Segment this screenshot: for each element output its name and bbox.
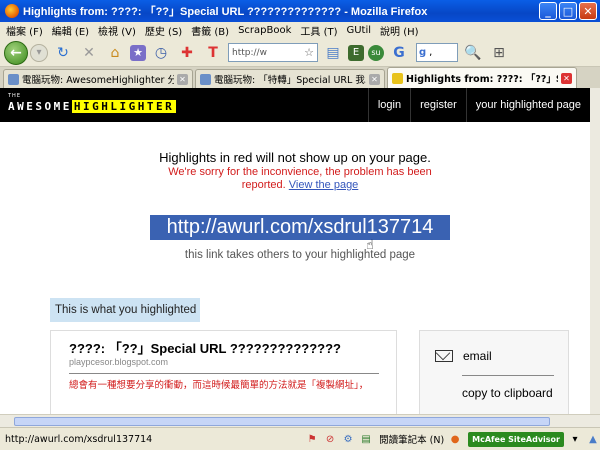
highlight-title: ????: 「??」Special URL ?????????????? bbox=[69, 341, 341, 356]
address-text: http://w bbox=[232, 47, 267, 58]
site-header: THE AWESOME HIGHLIGHTER login register yo… bbox=[0, 88, 590, 122]
minimize-button[interactable]: _ bbox=[539, 2, 557, 20]
menu-bar: 檔案 (F) 編輯 (E) 檢視 (V) 歷史 (S) 書籤 (B) Scrap… bbox=[0, 22, 600, 39]
home-icon[interactable]: ⌂ bbox=[104, 42, 126, 64]
firefox-addon-icon[interactable]: ● bbox=[448, 432, 462, 446]
share-panel: email copy to clipboard bbox=[419, 330, 569, 414]
menu-view[interactable]: 檢視 (V) bbox=[98, 23, 136, 38]
notepad-icon[interactable]: ▤ bbox=[359, 432, 373, 446]
highlight-text: 總會有一種想要分享的衝動，而這時候最簡單的方法就是「複製網址」， bbox=[69, 380, 369, 391]
message-title: Highlights in red will not show up on yo… bbox=[159, 150, 431, 165]
menu-tools[interactable]: 工具 (T) bbox=[300, 23, 337, 38]
dropdown-icon[interactable]: ▾ bbox=[568, 432, 582, 446]
maximize-button[interactable]: □ bbox=[559, 2, 577, 20]
windows-icon[interactable]: ⊞ bbox=[488, 42, 510, 64]
tab-close-icon[interactable]: ✕ bbox=[177, 73, 188, 85]
firefox-icon bbox=[5, 4, 19, 18]
logo-the: THE bbox=[8, 93, 21, 99]
text-tool-icon[interactable]: T bbox=[202, 42, 224, 64]
back-button[interactable]: ← bbox=[4, 40, 28, 65]
evernote-icon[interactable]: E bbox=[348, 44, 364, 61]
menu-edit[interactable]: 編輯 (E) bbox=[52, 23, 89, 38]
copy-clipboard-button[interactable]: copy to clipboard bbox=[462, 386, 553, 401]
view-page-link[interactable]: View the page bbox=[289, 179, 359, 191]
highlight-card: ????: 「??」Special URL ?????????????? pla… bbox=[50, 330, 397, 414]
menu-gutil[interactable]: GUtil bbox=[346, 25, 371, 36]
navigation-toolbar: ← ▾ ↻ ✕ ⌂ ★ ◷ ✚ T http://w ☆ ▤ E su G g … bbox=[0, 39, 600, 67]
tab-close-icon[interactable]: ✕ bbox=[561, 72, 572, 84]
tab-label: 電腦玩物: AwesomeHighlighter 分享... bbox=[22, 75, 174, 86]
tab-label: 電腦玩物: 「特轉」Special URL 我... bbox=[214, 75, 366, 86]
reload-icon[interactable]: ↻ bbox=[52, 42, 74, 64]
search-icon[interactable]: 🔍 bbox=[462, 42, 484, 64]
crosshair-icon[interactable]: ✚ bbox=[176, 42, 198, 64]
site-logo[interactable]: THE AWESOME HIGHLIGHTER bbox=[8, 93, 208, 119]
logo-text: AWESOME HIGHLIGHTER bbox=[8, 100, 208, 113]
history-clock-icon[interactable]: ◷ bbox=[150, 42, 172, 64]
flag-icon[interactable]: ⚑ bbox=[305, 432, 319, 446]
page-icon bbox=[200, 73, 211, 85]
menu-bookmarks[interactable]: 書籤 (B) bbox=[191, 23, 229, 38]
logo-awesome: AWESOME bbox=[8, 100, 72, 113]
email-share-button[interactable]: email bbox=[435, 349, 492, 363]
menu-history[interactable]: 歷史 (S) bbox=[145, 23, 182, 38]
tab-special-url[interactable]: 電腦玩物: 「特轉」Special URL 我... ✕ bbox=[195, 69, 385, 88]
menu-file[interactable]: 檔案 (F) bbox=[6, 23, 43, 38]
title-bar: Highlights from: ????: 「??」Special URL ?… bbox=[0, 0, 600, 22]
register-link[interactable]: register bbox=[410, 88, 466, 122]
mcafee-siteadvisor[interactable]: McAfee SiteAdvisor bbox=[468, 431, 564, 447]
mail-icon bbox=[435, 350, 453, 362]
email-label: email bbox=[463, 349, 492, 363]
google-icon[interactable]: G bbox=[388, 42, 410, 64]
tab-awesomehighlighter[interactable]: 電腦玩物: AwesomeHighlighter 分享... ✕ bbox=[3, 69, 193, 88]
short-url[interactable]: http://awurl.com/xsdrul137714 bbox=[150, 215, 450, 240]
message-subtitle: We're sorry for the inconvience, the pro… bbox=[160, 166, 440, 192]
stop-icon[interactable]: ✕ bbox=[78, 42, 100, 64]
search-engine-icon[interactable]: g bbox=[419, 47, 426, 58]
menu-help[interactable]: 說明 (H) bbox=[380, 23, 419, 38]
scroll-thumb[interactable] bbox=[14, 417, 550, 426]
settings-icon[interactable]: ⚙ bbox=[341, 432, 355, 446]
bookmark-star-icon[interactable]: ★ bbox=[130, 44, 146, 61]
block-icon[interactable]: ⊘ bbox=[323, 432, 337, 446]
vertical-scrollbar[interactable] bbox=[590, 88, 600, 414]
search-value: , bbox=[429, 47, 433, 58]
tab-bar: 電腦玩物: AwesomeHighlighter 分享... ✕ 電腦玩物: 「… bbox=[0, 67, 600, 88]
page-viewport: THE AWESOME HIGHLIGHTER login register yo… bbox=[0, 88, 590, 414]
search-box[interactable]: g , bbox=[416, 43, 458, 62]
site-nav: login register your highlighted page bbox=[367, 88, 590, 122]
tab-highlights[interactable]: Highlights from: ????: 「??」Sp... ✕ bbox=[387, 67, 577, 88]
window-title: Highlights from: ????: 「??」Special URL ?… bbox=[23, 6, 428, 18]
tab-label: Highlights from: ????: 「??」Sp... bbox=[406, 74, 558, 85]
highlight-domain: playpcesor.blogspot.com bbox=[69, 357, 169, 367]
tab-close-icon[interactable]: ✕ bbox=[369, 73, 380, 85]
forward-button[interactable]: ▾ bbox=[30, 43, 48, 62]
document-icon[interactable]: ▤ bbox=[322, 42, 344, 64]
highlighter-icon bbox=[392, 72, 403, 84]
horizontal-scrollbar[interactable] bbox=[0, 414, 600, 427]
star-icon[interactable]: ☆ bbox=[304, 46, 314, 59]
link-note: this link takes others to your highlight… bbox=[184, 249, 416, 261]
stumbleupon-icon[interactable]: su bbox=[368, 44, 384, 61]
addon-icon[interactable]: ▲ bbox=[586, 432, 600, 446]
highlighted-page-link[interactable]: your highlighted page bbox=[465, 88, 590, 122]
divider bbox=[69, 373, 379, 374]
status-bar: http://awurl.com/xsdrul137714 ⚑ ⊘ ⚙ ▤ 閱讀… bbox=[0, 427, 600, 450]
divider bbox=[462, 375, 554, 376]
page-icon bbox=[8, 73, 19, 85]
menu-scrapbook[interactable]: ScrapBook bbox=[238, 25, 291, 36]
logo-highlighter: HIGHLIGHTER bbox=[71, 100, 177, 113]
notepad-label[interactable]: 閱讀筆記本 (N) bbox=[379, 432, 444, 446]
close-button[interactable]: ✕ bbox=[579, 2, 597, 20]
address-bar[interactable]: http://w ☆ bbox=[228, 43, 318, 62]
highlighted-label: This is what you highlighted bbox=[50, 298, 200, 322]
status-url: http://awurl.com/xsdrul137714 bbox=[5, 433, 153, 445]
login-link[interactable]: login bbox=[367, 88, 410, 122]
